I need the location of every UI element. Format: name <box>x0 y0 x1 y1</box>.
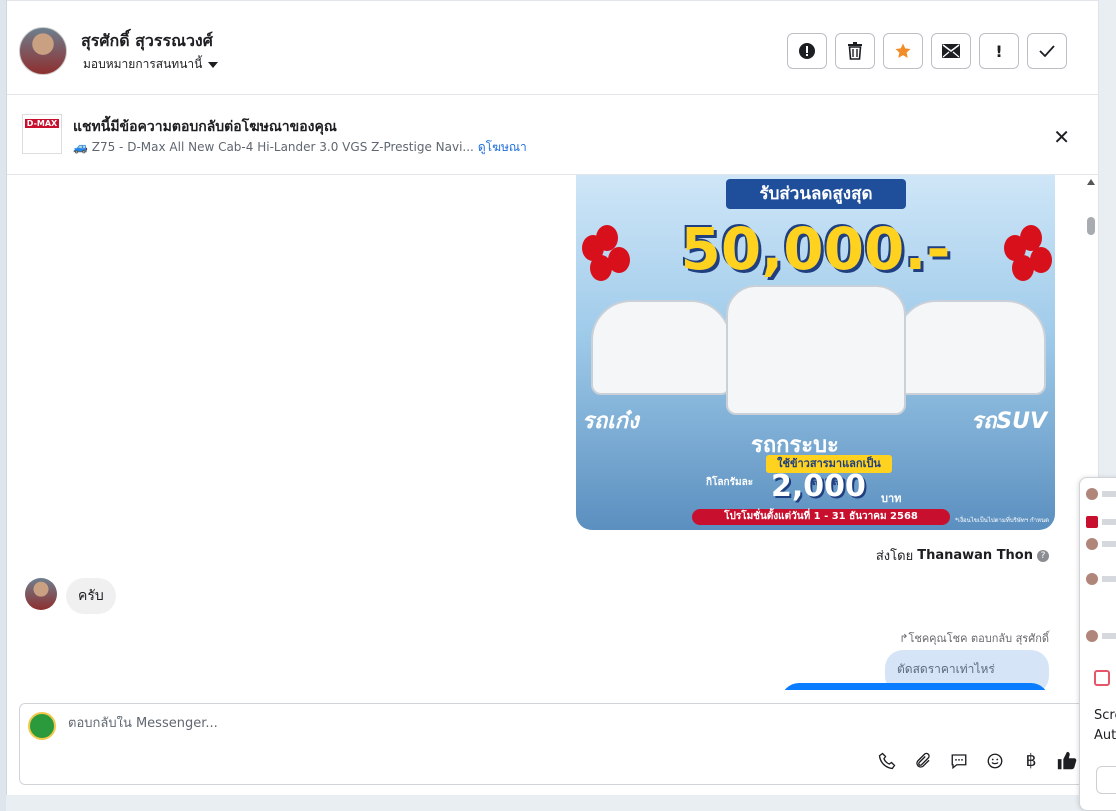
mark-done-button[interactable] <box>1027 33 1067 69</box>
pickup-truck-image <box>726 285 906 415</box>
assign-label: มอบหมายการสนทนานี้ <box>83 57 203 71</box>
important-button[interactable]: ! <box>979 33 1019 69</box>
preview-text <box>1102 633 1116 639</box>
avatar <box>1086 630 1098 642</box>
incoming-message-bubble[interactable]: ครับ <box>66 578 116 614</box>
contact-avatar-small[interactable] <box>25 578 57 610</box>
phone-icon[interactable] <box>876 750 898 772</box>
balloon-icon <box>1030 247 1052 273</box>
promo-date: โปรโมชั่นตั้งแต่วันที่ 1 - 31 ธันวาคม 25… <box>692 509 950 525</box>
promo-price: 2,000 <box>771 469 866 504</box>
scroll-up-arrow-icon[interactable] <box>1087 179 1095 185</box>
help-icon[interactable]: ? <box>1037 549 1049 562</box>
promo-label-sedan: รถเก๋ง <box>582 409 639 434</box>
saved-replies-icon[interactable] <box>948 750 970 772</box>
avatar <box>1086 573 1098 585</box>
view-ad-link[interactable]: ดูโฆษณา <box>478 140 527 154</box>
promo-image-message[interactable]: รับส่วนลดสูงสุด 50,000.- รถเก๋ง รถSUV รถ… <box>576 175 1055 530</box>
sender-name: Thanawan Thon <box>917 548 1033 563</box>
side-panel-button[interactable] <box>1096 766 1116 794</box>
composer-tools: ฿ <box>876 750 1078 772</box>
emoji-icon[interactable] <box>984 750 1006 772</box>
avatar <box>1086 538 1098 550</box>
avatar <box>1086 516 1098 528</box>
promo-fine-print: *เงื่อนไขเป็นไปตามที่บริษัทฯ กำหนด <box>955 517 1049 524</box>
trash-icon <box>848 42 862 60</box>
attachment-icon[interactable] <box>912 750 934 772</box>
ad-banner-subtitle: 🚙 Z75 - D-Max All New Cab-4 Hi-Lander 3.… <box>73 138 527 157</box>
delete-button[interactable] <box>835 33 875 69</box>
message-input[interactable] <box>68 716 968 731</box>
message-composer: ฿ <box>19 703 1089 785</box>
promo-banner-text: รับส่วนลดสูงสุด <box>726 179 906 209</box>
ad-thumb-text: D-MAX <box>24 119 60 128</box>
mark-unread-button[interactable] <box>931 33 971 69</box>
scrollbar-thumb[interactable] <box>1087 217 1095 235</box>
side-panel-preview[interactable]: Scre Aut <box>1079 477 1116 811</box>
preview-text <box>1102 519 1116 525</box>
ad-banner-title: แชทนี้มีข้อความตอบกลับต่อโฆษณาของคุณ <box>73 119 337 135</box>
page-logo <box>28 712 56 740</box>
preview-row <box>1086 538 1116 550</box>
star-icon <box>895 43 911 58</box>
promo-amount: 50,000.- <box>680 215 951 283</box>
preview-row <box>1086 630 1116 642</box>
exclamation-icon: ! <box>995 41 1003 61</box>
contact-avatar[interactable] <box>19 27 67 75</box>
sent-by-prefix: ส่งโดย <box>875 549 914 564</box>
envelope-icon <box>942 44 960 58</box>
thumbs-up-icon[interactable] <box>1056 750 1078 772</box>
suv-car-image <box>896 300 1046 395</box>
ad-reply-banner: D-MAX แชทนี้มีข้อความตอบกลับต่อโฆษณาของค… <box>7 95 1098 175</box>
avatar <box>1086 488 1098 500</box>
reply-meta: ↱โชคคุณโชค ตอบกลับ สุรศักดิ์ <box>899 632 1049 645</box>
promo-baht: บาท <box>881 492 902 505</box>
assign-conversation-dropdown[interactable]: มอบหมายการสนทนานี้ <box>83 55 219 74</box>
promo-per-kg: กิโลกรัมละ <box>706 477 754 488</box>
preview-text <box>1102 576 1116 582</box>
side-panel-text-2: Aut <box>1094 728 1116 743</box>
conversation-header: สุรศักดิ์ สุวรรณวงศ์ มอบหมายการสนทนานี้ … <box>7 0 1098 95</box>
sent-by-label: ส่งโดย Thanawan Thon ? <box>876 545 1049 566</box>
header-actions: ! <box>787 33 1067 69</box>
ad-product-name: 🚙 Z75 - D-Max All New Cab-4 Hi-Lander 3.… <box>73 140 474 154</box>
preview-row <box>1086 488 1116 500</box>
outgoing-message-bubble[interactable] <box>781 683 1049 690</box>
app-icon <box>1094 670 1110 686</box>
side-panel-text-1: Scre <box>1094 708 1116 723</box>
preview-text <box>1102 541 1116 547</box>
preview-row <box>1086 516 1116 528</box>
ad-thumbnail[interactable]: D-MAX <box>22 114 62 154</box>
report-button[interactable] <box>787 33 827 69</box>
contact-name[interactable]: สุรศักดิ์ สุวรรณวงศ์ <box>81 29 213 54</box>
alert-circle-icon <box>799 43 815 59</box>
star-button[interactable] <box>883 33 923 69</box>
balloon-icon <box>608 247 630 273</box>
message-thread: รับส่วนลดสูงสุด 50,000.- รถเก๋ง รถSUV รถ… <box>7 175 1087 690</box>
check-icon <box>1039 45 1055 58</box>
preview-row <box>1086 573 1116 585</box>
promo-label-suv: รถSUV <box>971 409 1047 434</box>
sedan-car-image <box>591 300 731 395</box>
chevron-down-icon <box>208 61 219 68</box>
payment-baht-icon[interactable]: ฿ <box>1020 750 1042 772</box>
close-icon[interactable]: ✕ <box>1053 125 1070 149</box>
preview-text <box>1102 491 1116 497</box>
conversation-panel: สุรศักดิ์ สุวรรณวงศ์ มอบหมายการสนทนานี้ … <box>6 0 1099 795</box>
